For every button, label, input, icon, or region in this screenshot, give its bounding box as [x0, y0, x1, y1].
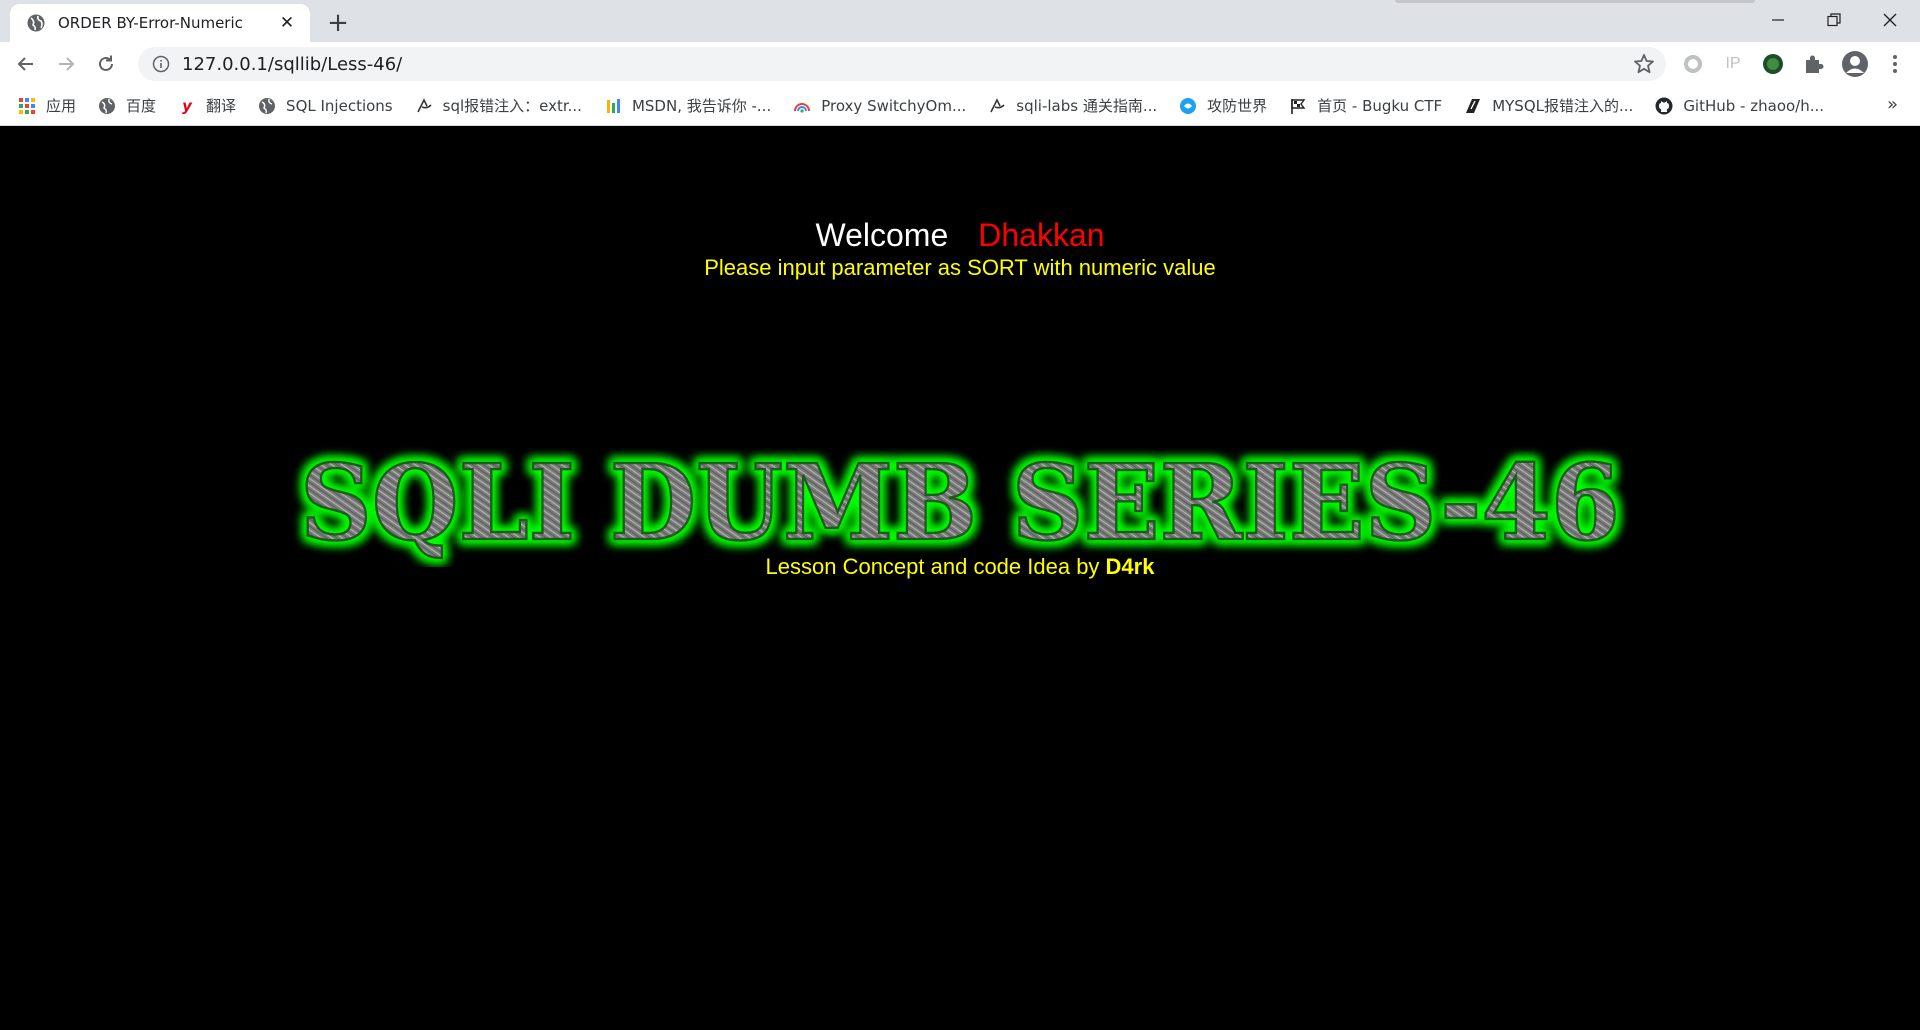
page-content: Welcome Dhakkan Please input parameter as… — [0, 127, 1920, 1030]
ip-extension-icon[interactable]: IP — [1720, 51, 1746, 77]
flag-icon — [1289, 97, 1307, 115]
back-button[interactable] — [10, 48, 42, 80]
bookmark-bugku[interactable]: 首页 - Bugku CTF — [1289, 95, 1442, 116]
bookmark-icon — [1464, 97, 1482, 115]
bookmark-label: SQL Injections — [286, 96, 393, 115]
restore-icon — [1827, 13, 1841, 27]
bookmark-sql-injections[interactable]: SQL Injections — [258, 97, 393, 115]
bookmark-baidu[interactable]: 百度 — [98, 95, 156, 116]
back-arrow-icon — [17, 57, 33, 71]
bookmark-label: 应用 — [46, 97, 77, 115]
switchy-icon — [793, 97, 811, 115]
profile-avatar-icon[interactable] — [1840, 49, 1870, 79]
puzzle-extensions-icon[interactable] — [1800, 51, 1826, 77]
globe-icon — [27, 14, 45, 32]
bookmark-star-icon[interactable] — [1632, 52, 1656, 76]
bookmark-sqli-labs[interactable]: sqli-labs 通关指南... — [988, 95, 1157, 116]
welcome-text: Welcome — [815, 217, 949, 253]
close-tab-icon[interactable]: ✕ — [276, 12, 298, 34]
credit-author: D4rk — [1105, 554, 1155, 579]
credit-line: Lesson Concept and code Idea by D4rk — [0, 554, 1920, 580]
strip-divider — [1395, 0, 1755, 3]
minimize-button[interactable] — [1750, 0, 1806, 40]
bookmark-label: 百度 — [126, 97, 157, 115]
csdn-icon — [988, 97, 1006, 115]
bookmark-mysql-error[interactable]: MYSQL报错注入的... — [1464, 95, 1633, 116]
reload-icon — [99, 55, 113, 71]
bookmark-sql-error[interactable]: sql报错注入：extr... — [415, 95, 582, 116]
bookmarks-bar: 应用 百度 y 翻译 SQL Injections sql报错注入：extr..… — [0, 86, 1920, 126]
tab-strip: ORDER BY-Error-Numeric ✕ + — [0, 0, 1920, 42]
tab-title: ORDER BY-Error-Numeric — [58, 14, 243, 32]
bookmark-proxy[interactable]: Proxy SwitchyOm... — [793, 97, 966, 115]
bookmark-label: GitHub - zhaoo/h... — [1683, 96, 1825, 115]
apps-grid-icon — [18, 97, 36, 115]
user-name: Dhakkan — [978, 217, 1105, 253]
close-icon — [1883, 13, 1897, 27]
bookmarks-overflow-chevron-icon[interactable]: » — [1887, 94, 1898, 115]
bookmark-label: 攻防世界 — [1207, 97, 1268, 115]
bookmark-label: 首页 - Bugku CTF — [1317, 97, 1443, 115]
forward-arrow-icon — [59, 57, 75, 71]
series-banner-logo: SQLI DUMB SERIES-46 — [299, 440, 1622, 566]
credit-prefix: Lesson Concept and code Idea by — [765, 554, 1106, 579]
adworld-icon — [1179, 97, 1197, 115]
instruction-text: Please input parameter as SORT with nume… — [704, 255, 1216, 280]
new-tab-button[interactable]: + — [322, 8, 354, 38]
menu-kebab-icon[interactable] — [1882, 51, 1908, 77]
extension-green-icon[interactable] — [1760, 51, 1786, 77]
welcome-line: Welcome Dhakkan — [0, 217, 1920, 254]
address-bar[interactable]: 127.0.0.1/sqllib/Less-46/ — [138, 47, 1666, 81]
bookmark-label: sql报错注入：extr... — [442, 97, 582, 115]
youdao-icon: y — [182, 96, 192, 115]
bookmark-label: MYSQL报错注入的... — [1492, 97, 1634, 115]
github-icon — [1655, 97, 1673, 115]
globe-icon — [98, 97, 116, 115]
bookmark-label: MSDN, 我告诉你 -... — [631, 97, 772, 115]
url-text: 127.0.0.1/sqllib/Less-46/ — [182, 53, 403, 75]
close-window-button[interactable] — [1862, 0, 1918, 40]
bookmark-apps[interactable]: 应用 — [18, 95, 76, 116]
extension-circle-icon[interactable] — [1680, 51, 1706, 77]
bookmark-label: Proxy SwitchyOm... — [821, 96, 967, 115]
restore-button[interactable] — [1806, 0, 1862, 40]
browser-toolbar: 127.0.0.1/sqllib/Less-46/ IP — [0, 42, 1920, 86]
info-icon[interactable] — [152, 55, 170, 73]
bookmark-label: sqli-labs 通关指南... — [1016, 97, 1158, 115]
bookmark-translate[interactable]: y 翻译 — [178, 95, 236, 116]
reload-button[interactable] — [90, 48, 122, 80]
banner-text: SQLI DUMB SERIES-46 — [300, 441, 1620, 564]
bookmark-msdn[interactable]: MSDN, 我告诉你 -... — [604, 95, 771, 116]
minimize-icon — [1772, 19, 1784, 21]
bookmark-github[interactable]: GitHub - zhaoo/h... — [1655, 97, 1824, 115]
bookmark-adworld[interactable]: 攻防世界 — [1179, 95, 1267, 116]
msdn-icon — [604, 97, 622, 115]
bookmark-label: 翻译 — [206, 97, 237, 115]
globe-icon — [258, 97, 276, 115]
csdn-icon — [415, 97, 433, 115]
forward-button[interactable] — [50, 48, 82, 80]
browser-tab[interactable]: ORDER BY-Error-Numeric ✕ — [10, 4, 310, 42]
